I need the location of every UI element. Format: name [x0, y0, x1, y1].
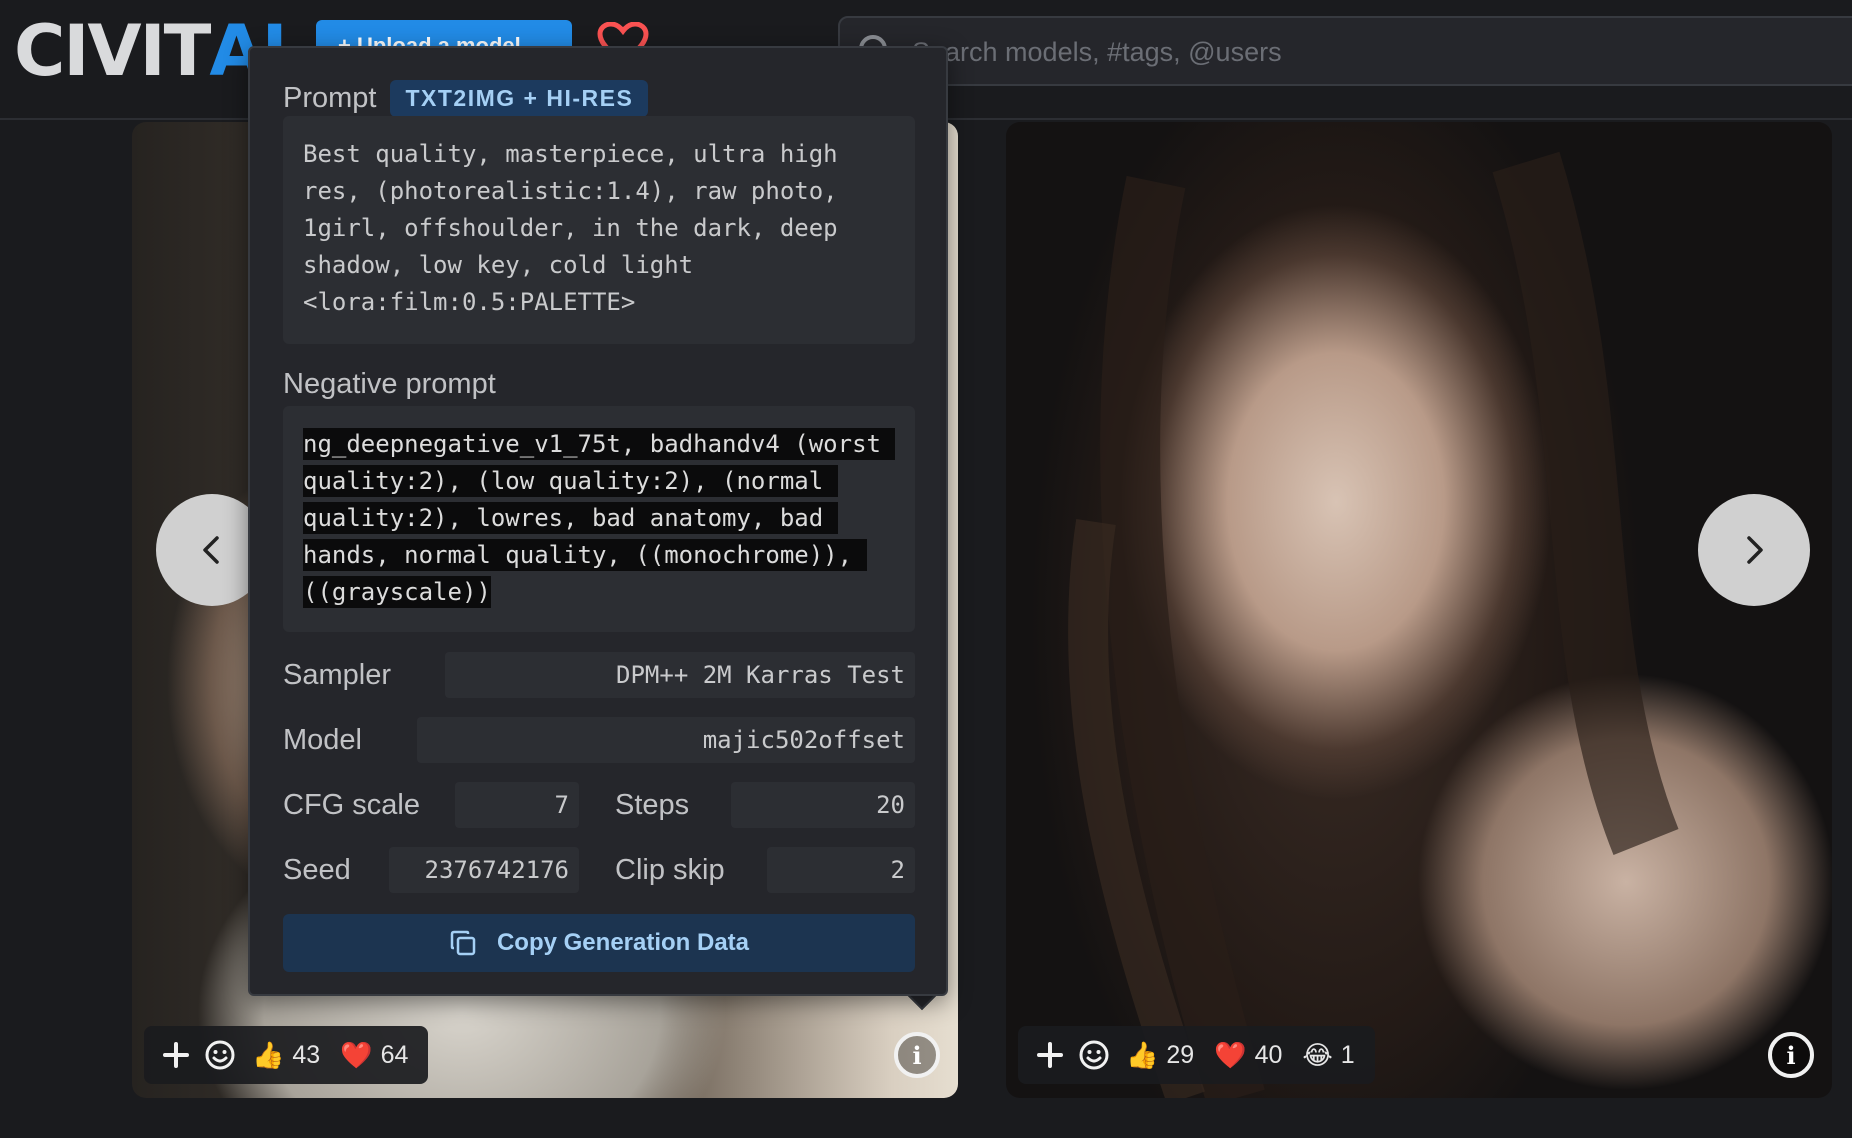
generation-type-badge: TXT2IMG + HI-RES — [390, 80, 649, 117]
reactions-bar: 👍 43 ❤️ 64 — [144, 1026, 429, 1084]
clip-skip-value: 2 — [767, 847, 915, 893]
heart-count: 64 — [380, 1040, 409, 1069]
thumbs-up-icon: 👍 — [1126, 1040, 1159, 1070]
thumbs-up-icon: 👍 — [252, 1040, 285, 1070]
cfg-scale-value: 7 — [455, 782, 579, 828]
laugh-count: 1 — [1340, 1040, 1355, 1069]
seed-clipskip-row: Seed 2376742176 Clip skip 2 — [283, 847, 915, 893]
seed-value: 2376742176 — [389, 847, 579, 893]
emoji-picker-button[interactable] — [1076, 1037, 1112, 1073]
heart-emoji-icon: ❤️ — [340, 1040, 373, 1070]
sampler-row: Sampler DPM++ 2M Karras Test — [283, 652, 915, 698]
sampler-value: DPM++ 2M Karras Test — [445, 652, 915, 698]
model-row: Model majic502offset — [283, 717, 915, 763]
like-reaction[interactable]: 👍 29 — [1120, 1041, 1200, 1070]
civitai-logo[interactable]: CIVITAI — [14, 16, 288, 86]
copy-generation-data-label: Copy Generation Data — [496, 929, 750, 956]
search-input[interactable] — [912, 30, 1812, 74]
add-reaction-button[interactable] — [158, 1037, 194, 1073]
like-count: 29 — [1166, 1040, 1195, 1069]
add-reaction-button[interactable] — [1032, 1037, 1068, 1073]
heart-reaction[interactable]: ❤️ 40 — [1208, 1041, 1288, 1070]
emoji-picker-button[interactable] — [202, 1037, 238, 1073]
heart-emoji-icon: ❤️ — [1214, 1040, 1247, 1070]
generation-data-popover: Prompt TXT2IMG + HI-RES Best quality, ma… — [248, 46, 948, 996]
negative-prompt-text: ng_deepnegative_v1_75t, badhandv4 (worst… — [303, 428, 896, 608]
clip-skip-label: Clip skip — [615, 853, 725, 886]
next-button[interactable] — [1698, 494, 1810, 606]
cfg-steps-row: CFG scale 7 Steps 20 — [283, 782, 915, 828]
negative-prompt-label: Negative prompt — [283, 368, 496, 400]
copy-generation-data-button[interactable]: Copy Generation Data — [283, 914, 915, 972]
sampler-label: Sampler — [283, 658, 391, 691]
prompt-header: Prompt TXT2IMG + HI-RES — [283, 80, 649, 117]
smiley-icon — [1079, 1040, 1109, 1070]
copy-icon — [450, 930, 476, 956]
prompt-text: Best quality, masterpiece, ultra high re… — [283, 116, 915, 344]
reactions-bar: 👍 29 ❤️ 40 😂 1 — [1018, 1026, 1375, 1084]
search-bar[interactable] — [838, 16, 1852, 86]
info-icon[interactable]: i — [894, 1032, 940, 1078]
like-count: 43 — [292, 1040, 321, 1069]
laugh-reaction[interactable]: 😂 1 — [1296, 1041, 1360, 1070]
prompt-label: Prompt — [283, 82, 377, 114]
image-card-right[interactable]: 👍 29 ❤️ 40 😂 1 i — [1006, 122, 1832, 1098]
model-value: majic502offset — [417, 717, 915, 763]
portrait-image — [1068, 151, 1679, 1098]
info-icon[interactable]: i — [1768, 1032, 1814, 1078]
seed-label: Seed — [283, 853, 351, 886]
plus-icon — [163, 1042, 189, 1068]
negative-prompt-box: ng_deepnegative_v1_75t, badhandv4 (worst… — [283, 406, 915, 632]
heart-count: 40 — [1254, 1040, 1283, 1069]
like-reaction[interactable]: 👍 43 — [246, 1041, 326, 1070]
cfg-scale-label: CFG scale — [283, 788, 420, 821]
steps-label: Steps — [615, 788, 690, 821]
plus-icon — [1037, 1042, 1063, 1068]
model-label: Model — [283, 723, 362, 756]
smiley-icon — [205, 1040, 235, 1070]
laugh-emoji-icon: 😂 — [1302, 1040, 1333, 1070]
heart-reaction[interactable]: ❤️ 64 — [334, 1041, 414, 1070]
chevron-right-icon — [1747, 536, 1763, 564]
steps-value: 20 — [731, 782, 915, 828]
chevron-left-icon — [203, 536, 219, 564]
logo-text: CIVIT — [14, 10, 211, 92]
